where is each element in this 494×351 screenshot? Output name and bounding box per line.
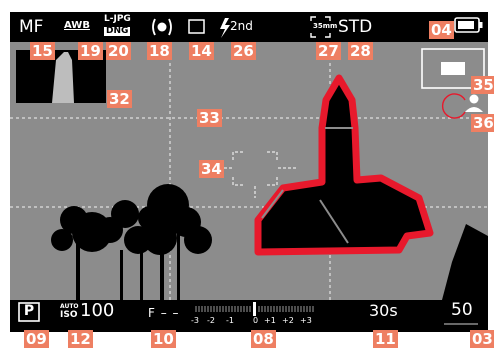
- callout-15: 15: [30, 42, 55, 60]
- scale-label: -2: [207, 316, 215, 325]
- iso-value[interactable]: 100: [80, 302, 114, 320]
- callout-10: 10: [151, 330, 176, 348]
- scale-label: +3: [300, 316, 312, 325]
- callout-32: 32: [107, 90, 132, 108]
- callout-03: 03: [470, 330, 494, 348]
- callout-09: 09: [24, 330, 49, 348]
- callout-20: 20: [106, 42, 131, 60]
- exposure-mode-label[interactable]: P: [19, 304, 39, 318]
- remaining-shots: 50: [451, 300, 473, 320]
- callout-12: 12: [68, 330, 93, 348]
- callout-14: 14: [189, 42, 214, 60]
- callout-11: 11: [373, 330, 398, 348]
- exposure-scale-zero-marker: [253, 302, 256, 316]
- focus-mode-label[interactable]: MF: [19, 19, 43, 36]
- white-balance-label[interactable]: AWB: [64, 21, 90, 31]
- crop-label[interactable]: 35mm: [313, 23, 337, 30]
- callout-04: 04: [429, 21, 454, 39]
- shutter-speed-value[interactable]: 30s: [369, 303, 398, 319]
- scale-label: -1: [226, 316, 234, 325]
- file-format-dng[interactable]: DNG: [104, 27, 131, 36]
- camera-display: MF AWB L-JPG DNG 2nd 35mm STD P AUTO ISO…: [0, 0, 494, 351]
- scale-label: +2: [282, 316, 294, 325]
- callout-08: 08: [251, 330, 276, 348]
- film-style-label[interactable]: STD: [338, 19, 372, 36]
- scale-label: -3: [191, 316, 199, 325]
- file-format-jpg[interactable]: L-JPG: [104, 15, 131, 24]
- callout-18: 18: [147, 42, 172, 60]
- scale-label: +1: [264, 316, 276, 325]
- callout-27: 27: [316, 42, 341, 60]
- callout-36: 36: [471, 114, 494, 132]
- scale-label: 0: [253, 316, 259, 325]
- callout-19: 19: [78, 42, 103, 60]
- flash-mode-label[interactable]: 2nd: [230, 20, 253, 32]
- callout-33: 33: [197, 109, 222, 127]
- iso-label: ISO: [60, 310, 78, 320]
- callout-34: 34: [199, 160, 224, 178]
- aperture-value[interactable]: F – –: [148, 307, 180, 319]
- callout-28: 28: [348, 42, 373, 60]
- callout-35: 35: [471, 76, 494, 94]
- callout-26: 26: [231, 42, 256, 60]
